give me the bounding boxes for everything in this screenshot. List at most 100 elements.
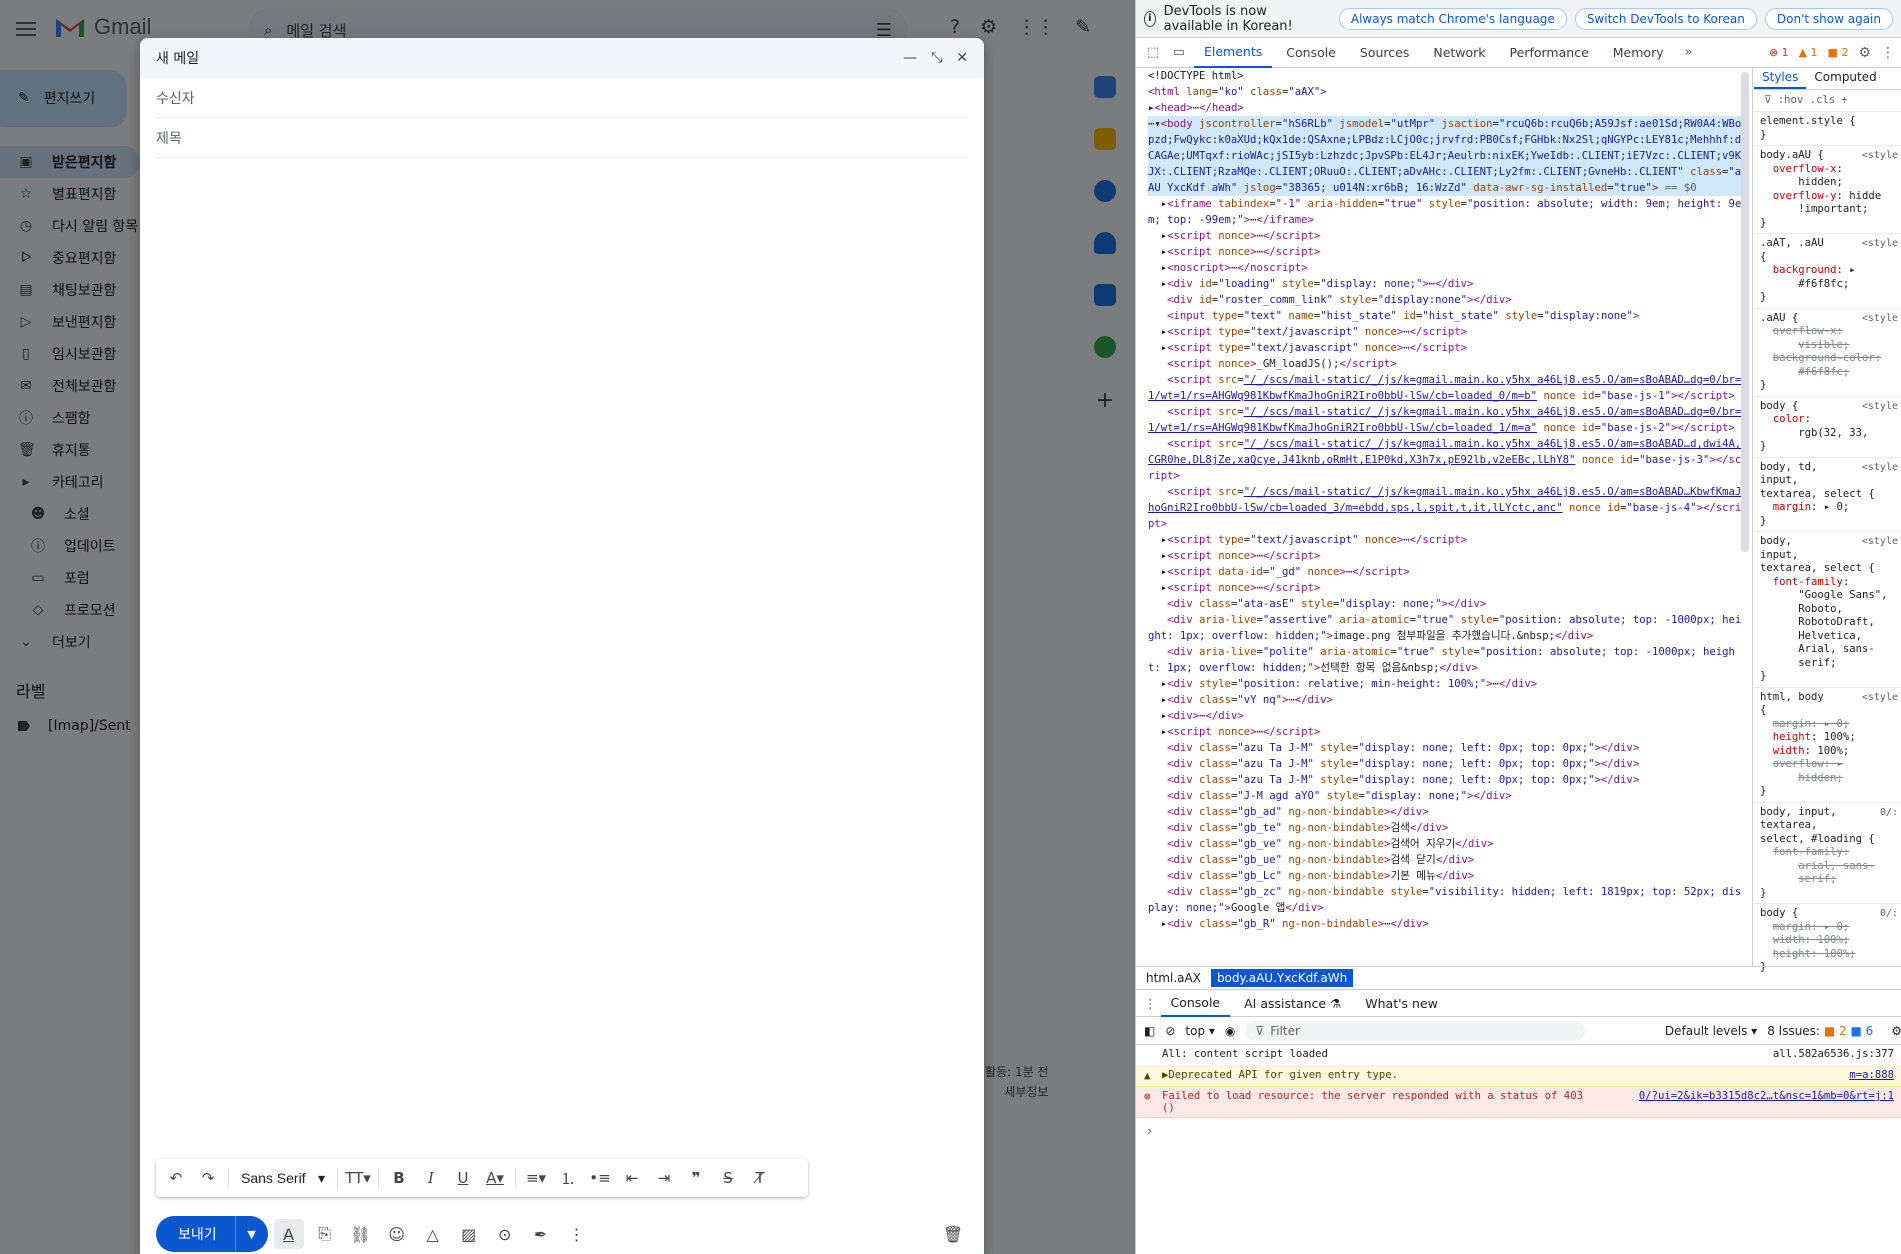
dom-tree[interactable]: <!DOCTYPE html> <html lang="ko" class="a… xyxy=(1136,68,1748,966)
send-button[interactable]: 보내기 xyxy=(156,1216,236,1252)
dom-node[interactable]: <script src="/_/scs/mail-static/_/js/k=g… xyxy=(1148,436,1744,484)
device-toolbar-icon[interactable]: ▭ xyxy=(1168,45,1190,60)
dom-node[interactable]: <script src="/_/scs/mail-static/_/js/k=g… xyxy=(1148,404,1744,436)
console-message-info[interactable]: All: content script loaded all.582a6536.… xyxy=(1136,1045,1901,1066)
warning-count-badge[interactable]: ▲ 1 xyxy=(1799,46,1818,59)
tab-memory[interactable]: Memory xyxy=(1603,38,1674,68)
dom-node[interactable]: <script src="/_/scs/mail-static/_/js/k=g… xyxy=(1148,484,1744,532)
dom-node[interactable]: ▸<script nonce>⋯</script> xyxy=(1148,244,1744,260)
breadcrumb-body[interactable]: body.aAU.YxcKdf.aWh xyxy=(1210,968,1354,987)
formatting-options-icon[interactable]: A xyxy=(273,1219,304,1249)
console-settings-icon[interactable]: ⚙ xyxy=(1891,1024,1901,1038)
remove-formatting-icon[interactable]: T̸ xyxy=(746,1164,774,1192)
more-tabs-icon[interactable]: » xyxy=(1678,45,1700,60)
css-rule[interactable]: body {<style color: rgb(32, 33, } xyxy=(1754,397,1901,458)
italic-icon[interactable]: I xyxy=(417,1164,445,1192)
css-rule[interactable]: body, <style input, textarea, select { fo… xyxy=(1754,532,1901,688)
console-filter-input[interactable]: ⊽ Filter xyxy=(1245,1020,1586,1041)
dom-node[interactable]: ▸<script data-id="_gd" nonce>⋯</script> xyxy=(1148,564,1744,580)
drawer-tab-console[interactable]: Console xyxy=(1160,989,1231,1017)
issue-count-badge[interactable]: ■ 2 xyxy=(1828,46,1849,59)
dom-node[interactable]: <div class="azu Ta J-M" style="display: … xyxy=(1148,756,1744,772)
styles-toggles[interactable]: :hov .cls xyxy=(1778,94,1835,108)
dont-show-again-button[interactable]: Don't show again xyxy=(1764,7,1893,30)
dom-node[interactable]: ▸<script nonce>⋯</script> xyxy=(1148,580,1744,596)
dom-node[interactable]: <div class="azu Ta J-M" style="display: … xyxy=(1148,740,1744,756)
strikethrough-icon[interactable]: S xyxy=(714,1164,742,1192)
insert-photo-icon[interactable]: ▨ xyxy=(454,1219,484,1249)
dom-node[interactable]: ▸<script type="text/javascript" nonce>⋯<… xyxy=(1148,324,1744,340)
align-icon[interactable]: ≡▾ xyxy=(522,1164,550,1192)
console-prompt[interactable]: › xyxy=(1136,1118,1901,1144)
dom-node[interactable]: <div class="ata-asE" style="display: non… xyxy=(1148,596,1744,612)
panel-splitter[interactable] xyxy=(1752,68,1753,966)
dom-node[interactable]: <div class="gb_ue" ng-non-bindable>검색 닫기… xyxy=(1148,852,1744,868)
minimize-icon[interactable]: — xyxy=(903,50,917,66)
dom-node[interactable]: <div class="azu Ta J-M" style="display: … xyxy=(1148,772,1744,788)
dom-node[interactable]: ▸<script type="text/javascript" nonce>⋯<… xyxy=(1148,532,1744,548)
text-color-icon[interactable]: A▾ xyxy=(481,1164,509,1192)
error-count-badge[interactable]: ⊗ 1 xyxy=(1769,46,1789,59)
live-expression-eye-icon[interactable]: ◉ xyxy=(1225,1024,1235,1038)
confidential-mode-icon[interactable]: ⊙ xyxy=(490,1219,520,1249)
dom-node[interactable]: ▸<script nonce>⋯</script> xyxy=(1148,724,1744,740)
dom-node[interactable]: <input type="text" name="hist_state" id=… xyxy=(1148,308,1744,324)
styles-filter[interactable]: ⊽:hov .cls + xyxy=(1754,90,1901,112)
issues-counter[interactable]: 8 Issues: ■ 2 ■ 6 xyxy=(1767,1024,1873,1038)
dom-node[interactable]: <html lang="ko" class="aAX"> xyxy=(1148,84,1744,100)
dom-node[interactable]: <div aria-live="assertive" aria-atomic="… xyxy=(1148,612,1744,644)
context-select[interactable]: top ▾ xyxy=(1185,1024,1215,1038)
indent-more-icon[interactable]: ⇥ xyxy=(650,1164,678,1192)
drawer-tab-ai-assistance[interactable]: AI assistance ⚗ xyxy=(1234,989,1351,1017)
message-body[interactable] xyxy=(156,158,968,1104)
switch-korean-button[interactable]: Switch DevTools to Korean xyxy=(1574,7,1757,30)
dom-node[interactable]: ▸<div style="position: relative; min-hei… xyxy=(1148,676,1744,692)
underline-icon[interactable]: U xyxy=(449,1164,477,1192)
dom-node[interactable]: ▸<iframe tabindex="-1" aria-hidden="true… xyxy=(1148,196,1744,228)
console-source-anchor[interactable]: m=a:888 xyxy=(1849,1069,1894,1081)
clear-console-icon[interactable]: ⊘ xyxy=(1165,1024,1175,1038)
log-levels-select[interactable]: Default levels ▾ xyxy=(1665,1024,1757,1038)
font-size-icon[interactable]: TT▾ xyxy=(344,1164,372,1192)
css-rule[interactable]: body, td, <style input, textarea, select … xyxy=(1754,458,1901,532)
dom-node[interactable]: <!DOCTYPE html> xyxy=(1148,68,1744,84)
css-rule[interactable]: .aAT, .aAU <style { background: ▸ #f6f8fc… xyxy=(1754,234,1901,309)
dom-node[interactable]: ▸<div>⋯</div> xyxy=(1148,708,1744,724)
devtools-menu-icon[interactable]: ⋮ xyxy=(1881,45,1895,61)
tab-computed[interactable]: Computed xyxy=(1806,68,1884,89)
dom-node[interactable]: <div aria-live="polite" aria-atomic="tru… xyxy=(1148,644,1744,676)
css-rule[interactable]: html, body <style { margin: ▸ 0; height: … xyxy=(1754,688,1901,803)
bold-icon[interactable]: B xyxy=(385,1164,413,1192)
css-rule[interactable]: element.style { } xyxy=(1754,112,1901,146)
drawer-menu-icon[interactable]: ⋮ xyxy=(1144,996,1157,1011)
dom-node[interactable]: ▸<script nonce>⋯</script> xyxy=(1148,228,1744,244)
dom-node[interactable]: <script nonce>_GM_loadJS();</script> xyxy=(1148,356,1744,372)
dom-node[interactable]: ▸<div id="loading" style="display: none;… xyxy=(1148,276,1744,292)
discard-draft-icon[interactable]: 🗑 xyxy=(938,1219,968,1249)
tab-sources[interactable]: Sources xyxy=(1350,38,1419,68)
tab-elements[interactable]: Elements xyxy=(1194,38,1273,68)
console-source-link[interactable]: 0/?ui=2&ik=b3315d8c2…t&nsc=1&mb=0&rt=j:1 xyxy=(1639,1090,1894,1102)
tab-styles[interactable]: Styles xyxy=(1754,68,1807,89)
dom-node[interactable]: <div class="gb_ve" ng-non-bindable>검색어 지… xyxy=(1148,836,1744,852)
numbered-list-icon[interactable]: ⒈ xyxy=(554,1164,582,1192)
inspect-element-icon[interactable]: ⬚ xyxy=(1142,45,1164,60)
dom-node[interactable]: ▸<div class="gb_R" ng-non-bindable>⋯</di… xyxy=(1148,916,1744,932)
dom-node[interactable]: ▸<head>⋯</head> xyxy=(1148,100,1744,116)
dom-node[interactable]: <div id="roster_comm_link" style="displa… xyxy=(1148,292,1744,308)
css-rule[interactable]: body, input, 0/: textarea, select, #loadi… xyxy=(1754,803,1901,904)
send-options-icon[interactable]: ▼ xyxy=(236,1216,268,1252)
console-source[interactable]: all.582a6536.js:377 xyxy=(1773,1048,1894,1060)
console-source-link[interactable]: m=a:888 xyxy=(1849,1069,1894,1081)
new-rule-icon[interactable]: + xyxy=(1841,94,1847,108)
console-message-warning[interactable]: ▲ ▶Deprecated API for given entry type. … xyxy=(1136,1066,1901,1087)
breadcrumb-html[interactable]: html.aAX xyxy=(1140,969,1207,987)
insert-link-icon[interactable]: ⛓ xyxy=(346,1219,376,1249)
indent-less-icon[interactable]: ⇤ xyxy=(618,1164,646,1192)
dom-node[interactable]: <div class="J-M agd aYO" style="display:… xyxy=(1148,788,1744,804)
recipients-field[interactable]: 수신자 xyxy=(156,78,968,118)
dom-tree-scrollbar[interactable] xyxy=(1741,72,1749,552)
dom-node[interactable]: ▸<div class="vY nq">⋯</div> xyxy=(1148,692,1744,708)
exit-fullscreen-icon[interactable]: ⤡ xyxy=(931,50,942,66)
tab-network[interactable]: Network xyxy=(1423,38,1495,68)
